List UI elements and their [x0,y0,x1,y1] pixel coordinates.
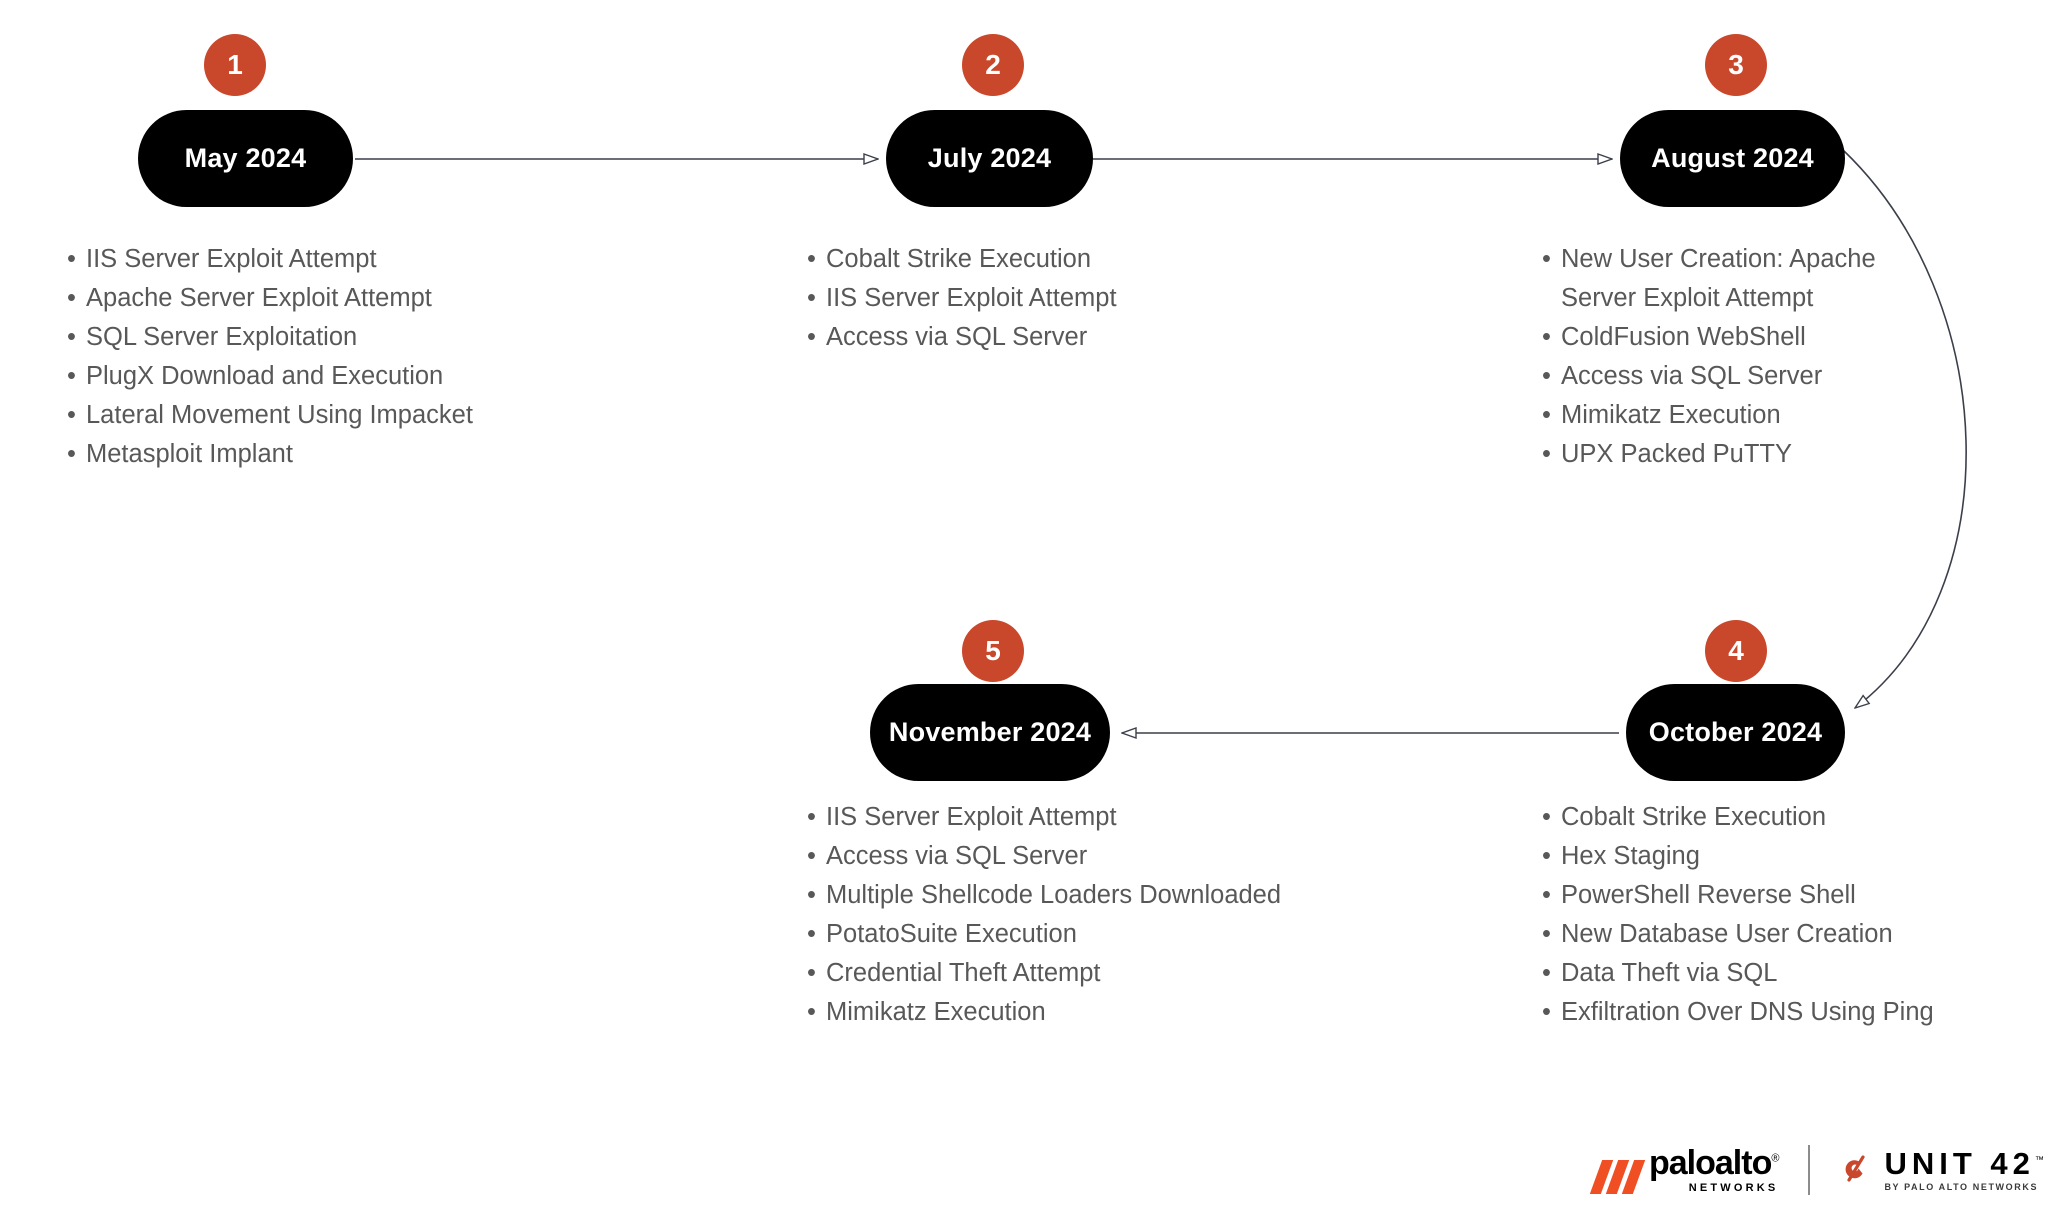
footer-logos: paloalto® NETWORKS UNIT 42™ BY PALO ALTO… [1589,1144,2044,1195]
node-5-number: 5 [985,635,1001,666]
node-5-label: November 2024 [888,717,1092,747]
node-5-pill[interactable]: November 2024 [870,684,1110,781]
node-1-pill[interactable]: May 2024 [138,110,353,207]
node-2-items: Cobalt Strike Execution IIS Server Explo… [805,240,1325,357]
list-item: ColdFusion WebShell [1540,318,1940,357]
unit42-name-text: UNIT 42 [1884,1146,2035,1181]
node-3-bullet-list: New User Creation: Apache Server Exploit… [1540,240,1940,474]
node-1-items: IIS Server Exploit Attempt Apache Server… [65,240,585,474]
node-3-number: 3 [1728,49,1744,80]
paloalto-name-text: paloalto [1649,1144,1772,1182]
list-item: SQL Server Exploitation [65,318,585,357]
registered-mark-icon: ® [1771,1152,1779,1165]
list-item: New User Creation: Apache Server Exploit… [1540,240,1940,318]
node-5-number-badge: 5 [962,620,1024,682]
node-3-number-badge: 3 [1705,34,1767,96]
list-item: IIS Server Exploit Attempt [65,240,585,279]
node-1-bullet-list: IIS Server Exploit Attempt Apache Server… [65,240,585,474]
list-item: IIS Server Exploit Attempt [805,798,1425,837]
node-1-number: 1 [227,49,243,80]
trademark-icon: ™ [2034,1154,2044,1165]
paloalto-subtitle: NETWORKS [1688,1182,1779,1194]
list-item: IIS Server Exploit Attempt [805,279,1325,318]
logo-divider [1808,1145,1811,1195]
list-item: Mimikatz Execution [1540,396,1940,435]
paloalto-name: paloalto® [1649,1144,1779,1182]
node-4-items: Cobalt Strike Execution Hex Staging Powe… [1540,798,2048,1032]
unit42-name: UNIT 42™ [1884,1148,2043,1179]
list-item: Lateral Movement Using Impacket [65,396,585,435]
node-5-bullet-list: IIS Server Exploit Attempt Access via SQ… [805,798,1425,1032]
node-4-number-badge: 4 [1705,620,1767,682]
paloalto-mark-icon [1589,1160,1646,1194]
node-3-label: August 2024 [1651,143,1814,173]
list-item: UPX Packed PuTTY [1540,435,1940,474]
list-item: Hex Staging [1540,837,2048,876]
node-4-bullet-list: Cobalt Strike Execution Hex Staging Powe… [1540,798,2048,1032]
unit42-logo: UNIT 42™ BY PALO ALTO NETWORKS [1840,1148,2044,1192]
list-item: Cobalt Strike Execution [805,240,1325,279]
list-item: New Database User Creation [1540,915,2048,954]
list-item: Mimikatz Execution [805,993,1425,1032]
node-1-number-badge: 1 [204,34,266,96]
paloalto-networks-logo: paloalto® NETWORKS [1589,1144,1779,1194]
node-4-pill[interactable]: October 2024 [1626,684,1845,781]
list-item: Metasploit Implant [65,435,585,474]
list-item: Apache Server Exploit Attempt [65,279,585,318]
list-item: Credential Theft Attempt [805,954,1425,993]
list-item: Cobalt Strike Execution [1540,798,2048,837]
list-item: Data Theft via SQL [1540,954,2048,993]
list-item: PlugX Download and Execution [65,357,585,396]
list-item: PowerShell Reverse Shell [1540,876,2048,915]
list-item: Exfiltration Over DNS Using Ping [1540,993,2048,1032]
node-4-label: October 2024 [1648,717,1823,747]
unit42-subtitle: BY PALO ALTO NETWORKS [1884,1182,2039,1192]
list-item: PotatoSuite Execution [805,915,1425,954]
unit42-wordmark: UNIT 42™ BY PALO ALTO NETWORKS [1884,1148,2043,1192]
node-2-label: July 2024 [927,143,1052,173]
list-item: Multiple Shellcode Loaders Downloaded [805,876,1425,915]
node-4-number: 4 [1728,635,1744,666]
node-5-items: IIS Server Exploit Attempt Access via SQ… [805,798,1425,1032]
list-item: Access via SQL Server [805,837,1425,876]
node-2-pill[interactable]: July 2024 [886,110,1093,207]
unit42-mark-icon [1840,1153,1874,1187]
node-2-number: 2 [985,49,1001,80]
timeline-diagram: 1 May 2024 IIS Server Exploit Attempt Ap… [0,0,2048,1227]
node-1-label: May 2024 [184,143,307,173]
node-2-bullet-list: Cobalt Strike Execution IIS Server Explo… [805,240,1325,357]
list-item: Access via SQL Server [805,318,1325,357]
list-item: Access via SQL Server [1540,357,1940,396]
paloalto-wordmark: paloalto® NETWORKS [1649,1144,1779,1194]
node-2-number-badge: 2 [962,34,1024,96]
node-3-pill[interactable]: August 2024 [1620,110,1845,207]
node-3-items: New User Creation: Apache Server Exploit… [1540,240,1940,474]
